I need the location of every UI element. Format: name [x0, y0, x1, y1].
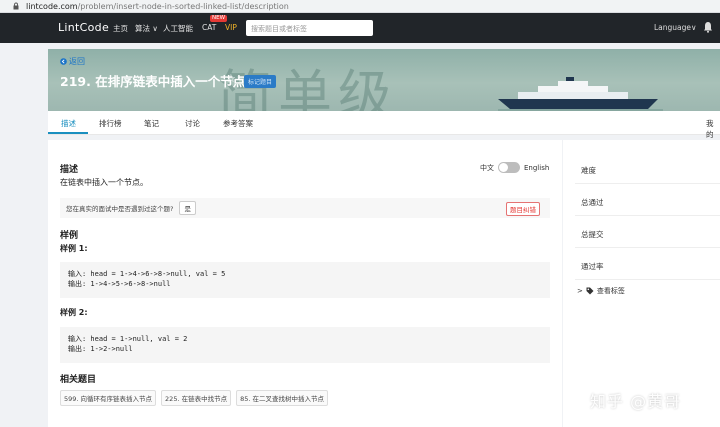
- new-badge: NEW: [210, 15, 228, 22]
- lang-zh-label: 中文: [480, 163, 494, 172]
- tab-mine[interactable]: 我的: [706, 118, 720, 140]
- stat-total-accepted-label: 总通过: [581, 198, 604, 207]
- problem-content: 描述 在链表中插入一个节点。 中文 English 您在真实的面试中是否遇到过这…: [48, 140, 562, 427]
- stat-difficulty-label: 难度: [581, 166, 596, 175]
- stat-total-submissions-label: 总提交: [581, 230, 604, 239]
- tab-discussion[interactable]: 讨论: [185, 118, 200, 129]
- stat-acceptance-rate: 通过率: [575, 250, 720, 280]
- back-link[interactable]: 返回: [60, 56, 85, 67]
- view-tags-toggle[interactable]: > 查看标签: [577, 286, 625, 296]
- stat-total-accepted: 总通过: [575, 186, 720, 216]
- nav-algorithm[interactable]: 算法 ∨: [135, 23, 158, 34]
- related-problem-link[interactable]: 85. 在二叉查找树中插入节点: [236, 390, 328, 406]
- example-1-input: 输入: head = 1->4->6->8->null, val = 5: [68, 270, 226, 278]
- related-heading: 相关题目: [60, 375, 97, 385]
- example-1-code: 输入: head = 1->4->6->8->null, val = 5 输出:…: [60, 262, 550, 298]
- report-error-button[interactable]: 题目纠错: [506, 202, 540, 216]
- example-2-input: 输入: head = 1->null, val = 2: [68, 335, 188, 343]
- related-problems: 599. 向循环有序链表插入节点 225. 在链表中找节点 85. 在二叉查找树…: [60, 390, 328, 406]
- example-2-code: 输入: head = 1->null, val = 2 输出: 1->2->nu…: [60, 327, 550, 363]
- example-2-heading: 样例 2:: [60, 308, 88, 317]
- toggle-knob: [499, 163, 508, 172]
- example-1-output: 输出: 1->4->5->6->8->null: [68, 280, 171, 288]
- tab-notes[interactable]: 笔记: [144, 118, 159, 129]
- nav-home[interactable]: 主页: [113, 23, 128, 34]
- chevron-right-icon: >: [577, 287, 583, 295]
- chevron-down-icon: ∨: [150, 24, 158, 33]
- nav-ai[interactable]: 人工智能: [163, 23, 193, 34]
- stat-acceptance-rate-label: 通过率: [581, 262, 604, 271]
- description-text: 在链表中插入一个节点。: [60, 178, 148, 187]
- interview-question: 您在真实的面试中是否遇到过这个题?: [66, 205, 174, 213]
- back-label: 返回: [69, 57, 85, 66]
- problem-banner: 简单级 返回 219. 在排序链表中插入一个节点 ☆ 标记题目: [48, 49, 720, 111]
- back-arrow-icon: [60, 58, 67, 65]
- lock-icon: [13, 2, 19, 10]
- browser-address-bar[interactable]: lintcode.com/problem/insert-node-in-sort…: [0, 0, 720, 13]
- problem-title: 219. 在排序链表中插入一个节点: [60, 74, 246, 89]
- search-input[interactable]: 搜索题目或者标签: [246, 20, 373, 36]
- star-icon[interactable]: ☆: [226, 72, 236, 85]
- language-toggle[interactable]: 中文 English: [480, 162, 549, 173]
- toggle-switch[interactable]: [498, 162, 520, 173]
- example-1-heading: 样例 1:: [60, 244, 88, 253]
- problem-tabs: 描述 排行榜 笔记 讨论 参考答案 我的: [48, 111, 720, 139]
- nav-cat[interactable]: CAT: [202, 23, 216, 32]
- stat-total-submissions: 总提交: [575, 218, 720, 248]
- nav-algorithm-label: 算法: [135, 24, 150, 33]
- tab-leaderboard[interactable]: 排行榜: [99, 118, 122, 129]
- bell-icon[interactable]: [703, 21, 713, 33]
- tab-description[interactable]: 描述: [61, 118, 76, 129]
- related-problem-link[interactable]: 225. 在链表中找节点: [161, 390, 232, 406]
- example-2-output: 输出: 1->2->null: [68, 345, 133, 353]
- problem-stats-sidebar: 难度 总通过 总提交 通过率 > 查看标签: [563, 140, 720, 427]
- active-tab-indicator: [48, 132, 88, 134]
- interview-yes-button[interactable]: 是: [179, 201, 196, 215]
- lang-en-label: English: [524, 163, 550, 172]
- language-label: Language: [654, 23, 692, 32]
- top-navigation: LintCode 主页 算法 ∨ 人工智能 CAT NEW VIP 搜索题目或者…: [0, 13, 720, 43]
- chevron-down-icon: ∨: [691, 23, 697, 32]
- related-problem-link[interactable]: 599. 向循环有序链表插入节点: [60, 390, 157, 406]
- tag-icon: [586, 287, 594, 295]
- language-selector[interactable]: Language∨: [654, 23, 697, 32]
- nav-vip[interactable]: VIP: [225, 23, 237, 32]
- stat-difficulty: 难度: [575, 154, 720, 184]
- description-heading: 描述: [60, 165, 79, 175]
- tab-reference-answer[interactable]: 参考答案: [223, 118, 253, 129]
- lintcode-logo[interactable]: LintCode: [58, 21, 109, 34]
- interview-prompt: 您在真实的面试中是否遇到过这个题? 是 题目纠错: [60, 198, 550, 218]
- mark-problem-button[interactable]: 标记题目: [244, 75, 277, 88]
- view-tags-label: 查看标签: [596, 287, 625, 295]
- zhihu-watermark: 知乎 @黄哥: [590, 392, 682, 411]
- url-text: lintcode.com/problem/insert-node-in-sort…: [26, 1, 289, 11]
- ship-illustration: [498, 77, 663, 111]
- sample-heading: 样例: [60, 231, 79, 241]
